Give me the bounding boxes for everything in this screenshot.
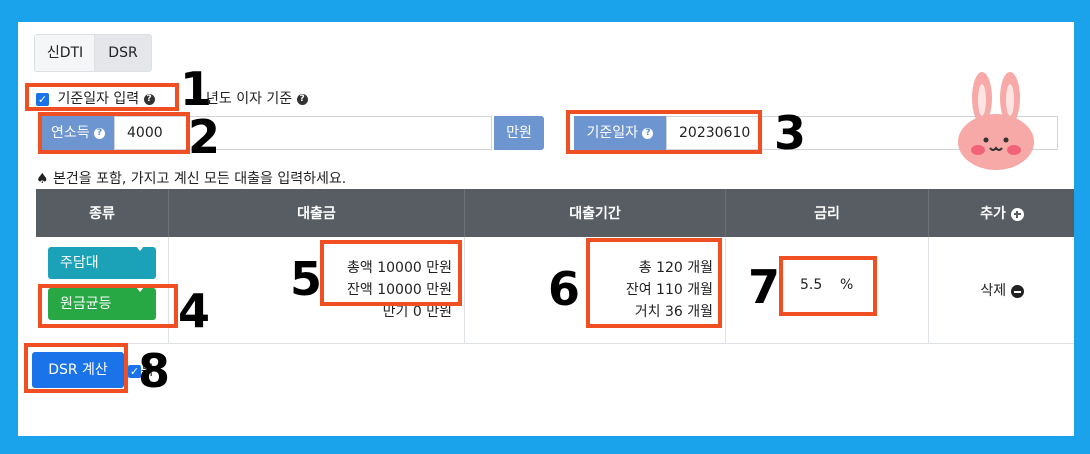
highlight-box-3 [566, 110, 762, 154]
marker-4: 4 [178, 284, 211, 338]
income-unit: 만원 [494, 116, 544, 150]
delete-row-icon[interactable] [1010, 284, 1024, 298]
header-add[interactable]: 추가 [928, 189, 1074, 237]
cell-delete[interactable]: 삭제 [928, 237, 1074, 344]
loan-notice: ♠ 본건을 포함, 가지고 계신 모든 대출을 입력하세요. [36, 171, 347, 187]
marker-8: 8 [138, 344, 171, 398]
highlight-box-5 [320, 240, 462, 306]
tab-dti[interactable]: 신DTI [34, 34, 96, 72]
marker-5: 5 [290, 252, 323, 306]
header-add-label: 추가 [980, 206, 1006, 222]
highlight-box-7 [779, 256, 877, 316]
dsr-calculator-panel: 신DTI DSR ✓ 기준일자 입력 ? 년도 이자 기준 ? 연소득 ? 40… [18, 22, 1074, 436]
marker-3: 3 [774, 106, 807, 160]
header-type: 종류 [36, 189, 169, 237]
add-row-icon[interactable] [1010, 207, 1024, 221]
highlight-box-1 [25, 83, 179, 111]
tab-dsr[interactable]: DSR [94, 34, 152, 72]
bunny-mascot-icon [958, 72, 1034, 170]
header-amount: 대출금 [168, 189, 465, 237]
prev-year-interest-option: 년도 이자 기준 ? [206, 88, 308, 108]
marker-6: 6 [548, 262, 581, 316]
help-icon[interactable]: ? [296, 93, 308, 105]
highlight-box-6 [586, 238, 722, 328]
table-header-row: 종류 대출금 대출기간 금리 추가 [36, 189, 1074, 237]
header-term: 대출기간 [464, 189, 726, 237]
loan-type-select[interactable]: 주담대 [48, 246, 156, 279]
loan-type-value: 주담대 [60, 255, 99, 271]
chevron-down-icon [136, 246, 144, 251]
highlight-box-8 [24, 343, 128, 393]
marker-2: 2 [188, 110, 221, 164]
delete-label[interactable]: 삭제 [980, 283, 1006, 299]
highlight-box-2 [38, 112, 190, 154]
header-rate: 금리 [725, 189, 929, 237]
highlight-box-4 [38, 284, 178, 328]
prev-year-interest-label: 년도 이자 기준 [206, 91, 293, 107]
marker-7: 7 [748, 260, 781, 314]
marker-1: 1 [180, 62, 213, 116]
